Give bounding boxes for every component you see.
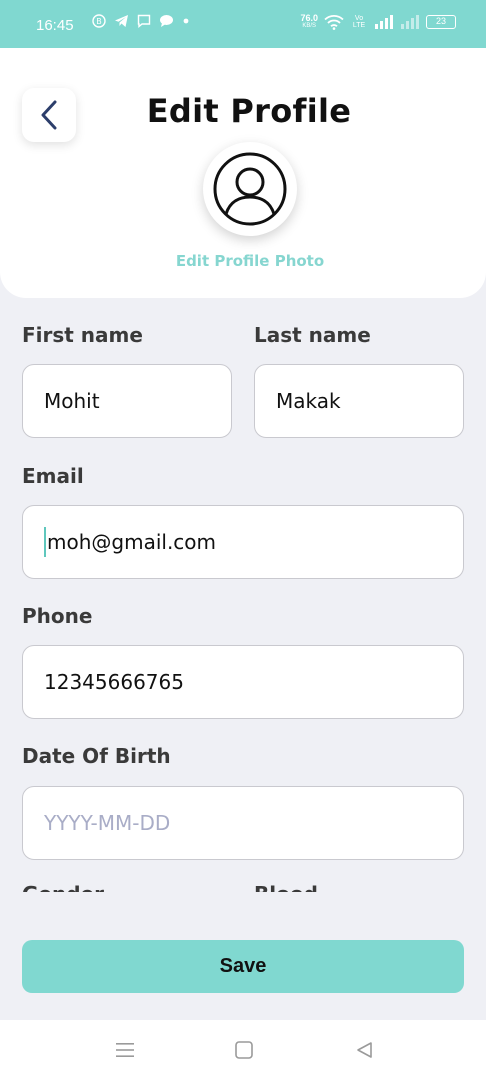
menu-icon	[116, 1043, 134, 1057]
notification-icons: B	[92, 14, 190, 28]
system-icons: 76.0 KB/S Vo LTE 23	[300, 14, 456, 30]
phone-value: 12345666765	[44, 670, 184, 694]
email-field[interactable]: moh@gmail.com	[22, 505, 464, 579]
triangle-back-icon	[357, 1042, 372, 1058]
first-name-value: Mohit	[44, 389, 100, 413]
volte-indicator: Vo LTE	[352, 15, 366, 29]
date-of-birth-placeholder: YYYY-MM-DD	[44, 811, 171, 835]
home-button[interactable]	[232, 1038, 256, 1062]
dot-icon	[183, 18, 189, 24]
back-nav-button[interactable]	[352, 1038, 376, 1062]
email-label: Email	[22, 464, 84, 488]
edit-profile-photo-link[interactable]: Edit Profile Photo	[0, 252, 486, 270]
signal-weak-icon	[401, 15, 419, 29]
first-name-field[interactable]: Mohit	[22, 364, 232, 438]
date-of-birth-field[interactable]: YYYY-MM-DD	[22, 786, 464, 860]
wifi-icon	[324, 15, 344, 30]
phone-label: Phone	[22, 604, 93, 628]
blood-label: Blood	[254, 878, 318, 892]
status-time: 16:45	[36, 17, 74, 34]
avatar[interactable]	[203, 142, 297, 236]
last-name-field[interactable]: Makak	[254, 364, 464, 438]
system-nav-bar	[0, 1020, 486, 1080]
telegram-icon	[115, 15, 128, 27]
last-name-value: Makak	[276, 389, 341, 413]
text-caret	[44, 527, 46, 557]
message-icon	[137, 14, 151, 28]
square-icon	[235, 1041, 253, 1059]
date-of-birth-label: Date Of Birth	[22, 744, 171, 768]
recent-apps-button[interactable]	[113, 1038, 137, 1062]
page-title: Edit Profile	[146, 92, 352, 130]
phone-field[interactable]: 12345666765	[22, 645, 464, 719]
net-speed: 76.0 KB/S	[300, 13, 318, 30]
first-name-label: First name	[22, 323, 143, 347]
user-icon	[213, 152, 287, 226]
battery-indicator: 23	[426, 15, 456, 29]
chat-bubble-icon	[160, 15, 173, 27]
gender-label: Gender	[22, 878, 104, 892]
status-bar: 16:45 B 76.0 KB/S Vo LTE 23	[0, 0, 486, 48]
last-name-label: Last name	[254, 323, 371, 347]
svg-text:B: B	[96, 17, 102, 26]
save-button[interactable]: Save	[22, 940, 464, 993]
email-value: moh@gmail.com	[47, 530, 217, 554]
signal-icon	[375, 15, 393, 29]
b-app-icon: B	[92, 14, 106, 28]
